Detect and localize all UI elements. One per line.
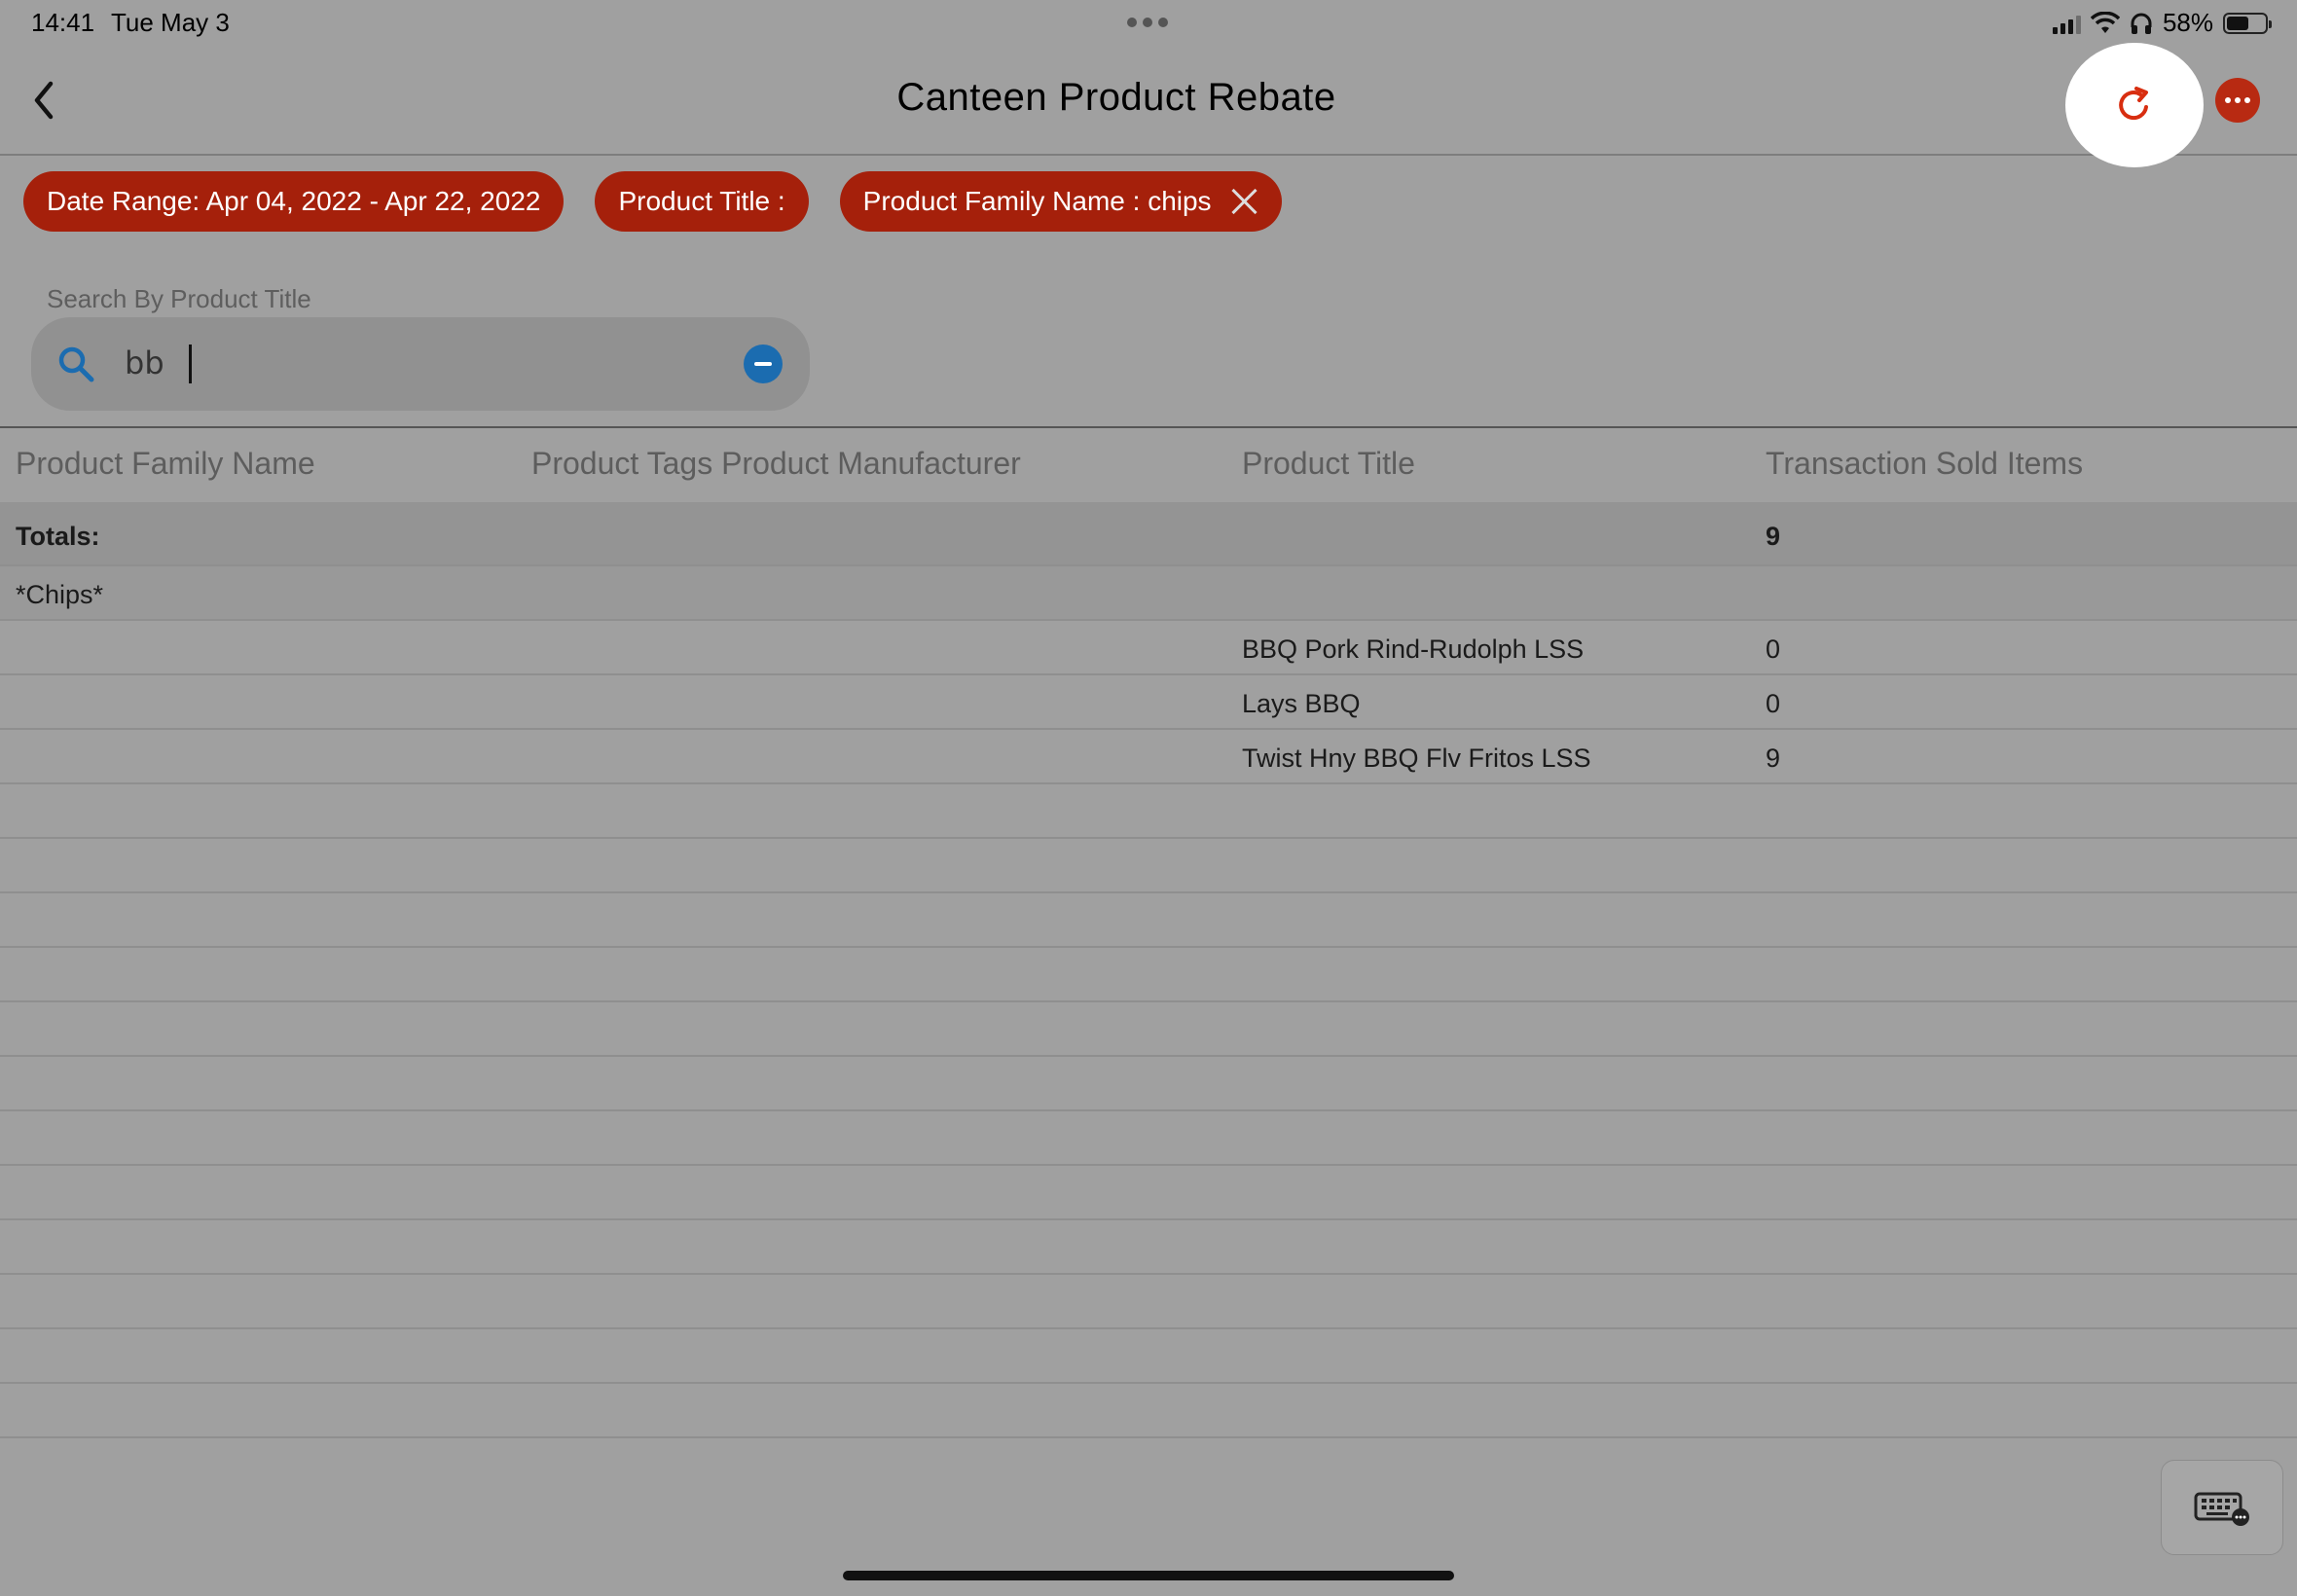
headphones-icon bbox=[2131, 13, 2152, 34]
filter-chip-product-family[interactable]: Product Family Name : chips bbox=[839, 171, 1282, 232]
group-label: *Chips* bbox=[16, 580, 104, 609]
cellular-signal-icon bbox=[2052, 13, 2081, 34]
sold-items-cell: 0 bbox=[1766, 689, 1781, 718]
empty-rows bbox=[0, 784, 2297, 1438]
report-table: Product Family Name Product Tags Product… bbox=[0, 426, 2297, 1438]
empty-table-row bbox=[0, 1220, 2297, 1275]
product-title-cell: Twist Hny BBQ Flv Fritos LSS bbox=[1242, 744, 1591, 773]
sold-items-cell: 0 bbox=[1766, 635, 1781, 664]
totals-label: Totals: bbox=[16, 522, 100, 551]
status-indicators: 58% bbox=[2052, 8, 2272, 38]
sold-items-cell: 9 bbox=[1766, 744, 1781, 773]
text-caret bbox=[189, 345, 192, 383]
search-input[interactable] bbox=[125, 341, 670, 385]
column-header-family[interactable]: Product Family Name bbox=[16, 446, 315, 482]
product-title-cell: Lays BBQ bbox=[1242, 689, 1361, 718]
empty-table-row bbox=[0, 784, 2297, 839]
more-options-button[interactable] bbox=[2215, 78, 2260, 123]
chip-label: Product Family Name : chips bbox=[862, 186, 1212, 216]
empty-table-row bbox=[0, 1384, 2297, 1438]
table-row[interactable]: Lays BBQ 0 bbox=[0, 675, 2297, 730]
search-label: Search By Product Title bbox=[47, 284, 311, 313]
empty-table-row bbox=[0, 948, 2297, 1002]
chip-label: Product Title : bbox=[618, 186, 785, 216]
wifi-icon bbox=[2090, 11, 2120, 33]
column-header-tags-manufacturer[interactable]: Product Tags Product Manufacturer bbox=[531, 446, 1021, 482]
totals-sold: 9 bbox=[1766, 522, 1781, 551]
status-time: 14:41 bbox=[31, 8, 95, 37]
empty-table-row bbox=[0, 1166, 2297, 1220]
search-icon bbox=[58, 346, 94, 382]
table-row[interactable]: Twist Hny BBQ Flv Fritos LSS 9 bbox=[0, 730, 2297, 784]
battery-icon bbox=[2223, 12, 2272, 34]
column-header-sold-items[interactable]: Transaction Sold Items bbox=[1766, 446, 2083, 482]
empty-table-row bbox=[0, 1002, 2297, 1057]
totals-row: Totals: 9 bbox=[0, 502, 2297, 566]
refresh-button[interactable] bbox=[2065, 43, 2204, 167]
keyboard-toggle-button[interactable] bbox=[2161, 1460, 2283, 1555]
home-indicator[interactable] bbox=[843, 1571, 1454, 1580]
filter-chip-date-range[interactable]: Date Range: Apr 04, 2022 - Apr 22, 2022 bbox=[23, 171, 565, 232]
empty-table-row bbox=[0, 839, 2297, 893]
chip-label: Date Range: Apr 04, 2022 - Apr 22, 2022 bbox=[47, 186, 541, 216]
product-title-cell: BBQ Pork Rind-Rudolph LSS bbox=[1242, 635, 1585, 664]
table-header: Product Family Name Product Tags Product… bbox=[0, 428, 2297, 502]
status-bar: 14:41 Tue May 3 58% bbox=[0, 0, 2297, 47]
group-row[interactable]: *Chips* bbox=[0, 566, 2297, 621]
empty-table-row bbox=[0, 1111, 2297, 1166]
clear-search-button[interactable] bbox=[744, 345, 783, 383]
multitasking-icon[interactable] bbox=[1127, 18, 1168, 27]
ellipsis-icon bbox=[2225, 97, 2231, 103]
nav-header: Canteen Product Rebate bbox=[0, 47, 2297, 156]
filter-chips: Date Range: Apr 04, 2022 - Apr 22, 2022 … bbox=[23, 171, 1282, 232]
refresh-icon bbox=[2119, 87, 2148, 120]
empty-table-row bbox=[0, 1275, 2297, 1329]
page-title: Canteen Product Rebate bbox=[896, 76, 1336, 119]
empty-table-row bbox=[0, 1329, 2297, 1384]
filter-chip-product-title[interactable]: Product Title : bbox=[595, 171, 809, 232]
battery-percent: 58% bbox=[2162, 8, 2213, 37]
table-row[interactable]: BBQ Pork Rind-Rudolph LSS 0 bbox=[0, 621, 2297, 675]
status-date: Tue May 3 bbox=[111, 8, 230, 37]
column-header-product-title[interactable]: Product Title bbox=[1242, 446, 1415, 482]
close-icon[interactable] bbox=[1229, 187, 1258, 216]
empty-table-row bbox=[0, 1057, 2297, 1111]
keyboard-icon bbox=[2194, 1492, 2249, 1526]
empty-table-row bbox=[0, 893, 2297, 948]
search-box[interactable] bbox=[31, 317, 810, 411]
